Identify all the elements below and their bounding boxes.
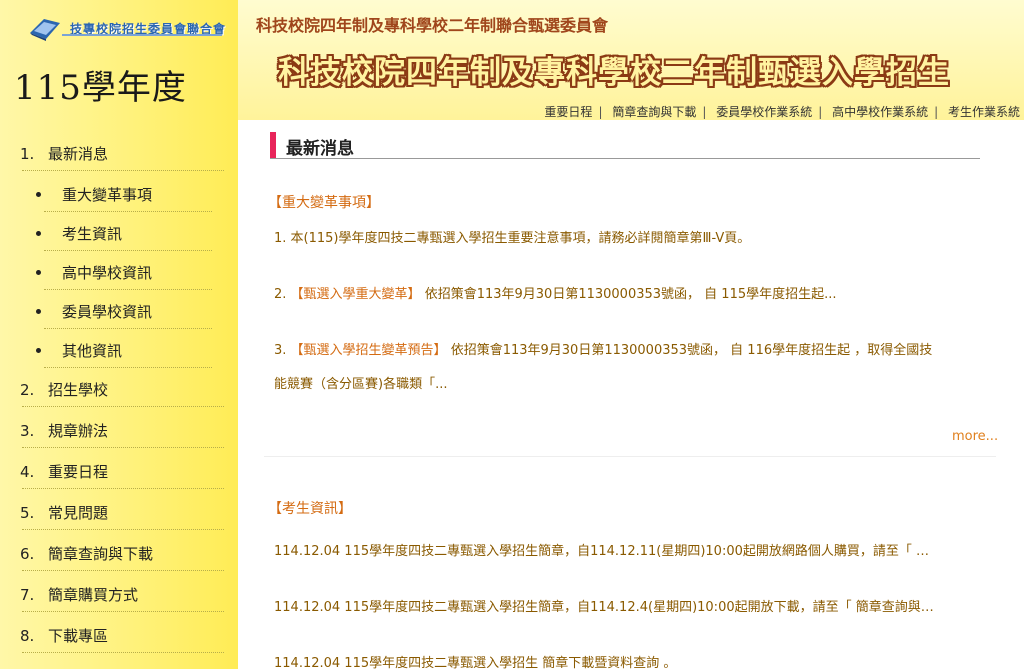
logo-underline: [62, 34, 222, 36]
category-major-changes: 【重大變革事項】: [268, 195, 380, 211]
sidebar-subitem-other-info[interactable]: 其他資訊: [0, 334, 238, 373]
divider: [44, 367, 212, 368]
bullet-icon: [36, 270, 41, 275]
news-item[interactable]: 1. 本(115)學年度四技二專甄選入學招生重要注意事項，請務必詳閱簡章第Ⅲ-V…: [274, 226, 996, 252]
bullet-icon: [36, 192, 41, 197]
divider: [22, 652, 224, 653]
nav-label: 重大變革事項: [62, 186, 153, 204]
nav-number: 6.: [20, 545, 35, 563]
divider: [22, 406, 224, 407]
sidebar-item-brochure-download[interactable]: 6. 簡章查詢與下載: [0, 537, 238, 578]
divider: [22, 611, 224, 612]
news-item[interactable]: 3. 【甄選入學招生變革預告】 依招策會113年9月30日第1130000353…: [274, 338, 996, 364]
divider: [22, 570, 224, 571]
divider: [22, 447, 224, 448]
section-title: 最新消息: [286, 139, 354, 159]
org-title: 科技校院四年制及專科學校二年制聯合甄選委員會: [256, 16, 609, 35]
nav-label: 高中學校資訊: [62, 264, 153, 282]
bullet-icon: [36, 231, 41, 236]
sidebar-subitem-major-changes[interactable]: 重大變革事項: [0, 178, 238, 217]
sidebar-item-brochure-purchase[interactable]: 7. 簡章購買方式: [0, 578, 238, 619]
divider: [44, 328, 212, 329]
section-divider: [264, 456, 996, 457]
news-text: 依招策會113年9月30日第1130000353號函， 自 116學年度招生起 …: [446, 343, 933, 358]
student-news-item[interactable]: 114.12.04 115學年度四技二專甄選入學招生簡章，自114.12.11(…: [274, 540, 996, 559]
separator: |: [598, 105, 603, 119]
separator: |: [818, 105, 823, 119]
divider: [44, 211, 212, 212]
section-header: 最新消息: [270, 128, 980, 159]
main-content: 最新消息 【重大變革事項】 1. 本(115)學年度四技二專甄選入學招生重要注意…: [238, 120, 1024, 671]
news-number: 3.: [274, 343, 291, 358]
nav-label: 常見問題: [48, 504, 109, 522]
nav-label: 重要日程: [48, 463, 109, 481]
sidebar: 技專校院招生委員會聯合會 115學年度 1. 最新消息 重大變革事項 考生資訊 …: [0, 0, 239, 669]
nav-label: 規章辦法: [48, 422, 109, 440]
nav-number: 1.: [20, 145, 35, 163]
news-text: 本(115)學年度四技二專甄選入學招生重要注意事項，請務必詳閱簡章第Ⅲ-V頁。: [290, 231, 751, 246]
news-text: 能競賽（含分區賽)各職類「...: [274, 377, 448, 392]
bullet-icon: [36, 309, 41, 314]
nav-number: 3.: [20, 422, 35, 440]
top-link-student-system[interactable]: 考生作業系統: [948, 105, 1020, 119]
main-title: 科技校院四年制及專科學校二年制甄選入學招生: [278, 55, 950, 91]
top-link-member-system[interactable]: 委員學校作業系統: [716, 105, 812, 119]
sidebar-item-schools[interactable]: 2. 招生學校: [0, 373, 238, 414]
top-link-highschool-system[interactable]: 高中學校作業系統: [832, 105, 928, 119]
divider: [22, 170, 224, 171]
nav-label: 其他資訊: [62, 342, 123, 360]
nav-label: 簡章查詢與下載: [48, 545, 154, 563]
nav-label: 簡章購買方式: [48, 586, 139, 604]
sidebar-item-regulations[interactable]: 3. 規章辦法: [0, 414, 238, 455]
separator: |: [702, 105, 707, 119]
more-link[interactable]: more...: [952, 429, 998, 444]
news-item-continued[interactable]: 能競賽（含分區賽)各職類「...: [274, 372, 996, 398]
nav-label: 招生學校: [48, 381, 109, 399]
divider: [44, 250, 212, 251]
divider: [44, 289, 212, 290]
nav-number: 7.: [20, 586, 35, 604]
sidebar-subitem-member-school-info[interactable]: 委員學校資訊: [0, 295, 238, 334]
top-nav: 重要日程 | 簡章查詢與下載 | 委員學校作業系統 | 高中學校作業系統 | 考生作業系…: [544, 103, 1020, 120]
sidebar-nav: 1. 最新消息 重大變革事項 考生資訊 高中學校資訊 委員學校資訊 其他資訊 2…: [0, 137, 238, 660]
news-item[interactable]: 2. 【甄選入學重大變革】 依招策會113年9月30日第1130000353號函…: [274, 282, 996, 308]
divider: [22, 488, 224, 489]
sidebar-subitem-student-info[interactable]: 考生資訊: [0, 217, 238, 256]
bullet-icon: [36, 348, 41, 353]
sidebar-item-latest-news[interactable]: 1. 最新消息: [0, 137, 238, 178]
accent-bar: [270, 132, 276, 158]
nav-label: 下載專區: [48, 627, 109, 645]
academic-year: 115學年度: [14, 68, 187, 108]
separator: |: [934, 105, 939, 119]
category-student-info: 【考生資訊】: [268, 501, 352, 517]
student-news-item[interactable]: 114.12.04 115學年度四技二專甄選入學招生簡章，自114.12.4(星…: [274, 596, 996, 615]
nav-number: 8.: [20, 627, 35, 645]
nav-label: 最新消息: [48, 145, 109, 163]
news-highlight: 【甄選入學重大變革】: [290, 287, 421, 302]
news-number: 1.: [274, 231, 291, 246]
sidebar-item-faq[interactable]: 5. 常見問題: [0, 496, 238, 537]
nav-number: 4.: [20, 463, 35, 481]
page-header: 科技校院四年制及專科學校二年制聯合甄選委員會 科技校院四年制及專科學校二年制甄選…: [238, 0, 1024, 120]
sidebar-item-schedule[interactable]: 4. 重要日程: [0, 455, 238, 496]
nav-label: 委員學校資訊: [62, 303, 153, 321]
student-news-item[interactable]: 114.12.04 115學年度四技二專甄選入學招生 簡章下載暨資料查詢 。: [274, 652, 996, 671]
sidebar-subitem-highschool-info[interactable]: 高中學校資訊: [0, 256, 238, 295]
nav-number: 2.: [20, 381, 35, 399]
nav-label: 考生資訊: [62, 225, 123, 243]
news-text: 依招策會113年9月30日第1130000353號函， 自 115學年度招生起.…: [420, 287, 837, 302]
book-logo-icon: [30, 19, 60, 41]
nav-number: 5.: [20, 504, 35, 522]
news-highlight: 【甄選入學招生變革預告】: [290, 343, 447, 358]
divider: [22, 529, 224, 530]
news-number: 2.: [274, 287, 291, 302]
top-link-brochure[interactable]: 簡章查詢與下載: [612, 105, 696, 119]
top-link-schedule[interactable]: 重要日程: [544, 105, 592, 119]
sidebar-item-downloads[interactable]: 8. 下載專區: [0, 619, 238, 660]
site-logo[interactable]: 技專校院招生委員會聯合會: [28, 8, 228, 48]
